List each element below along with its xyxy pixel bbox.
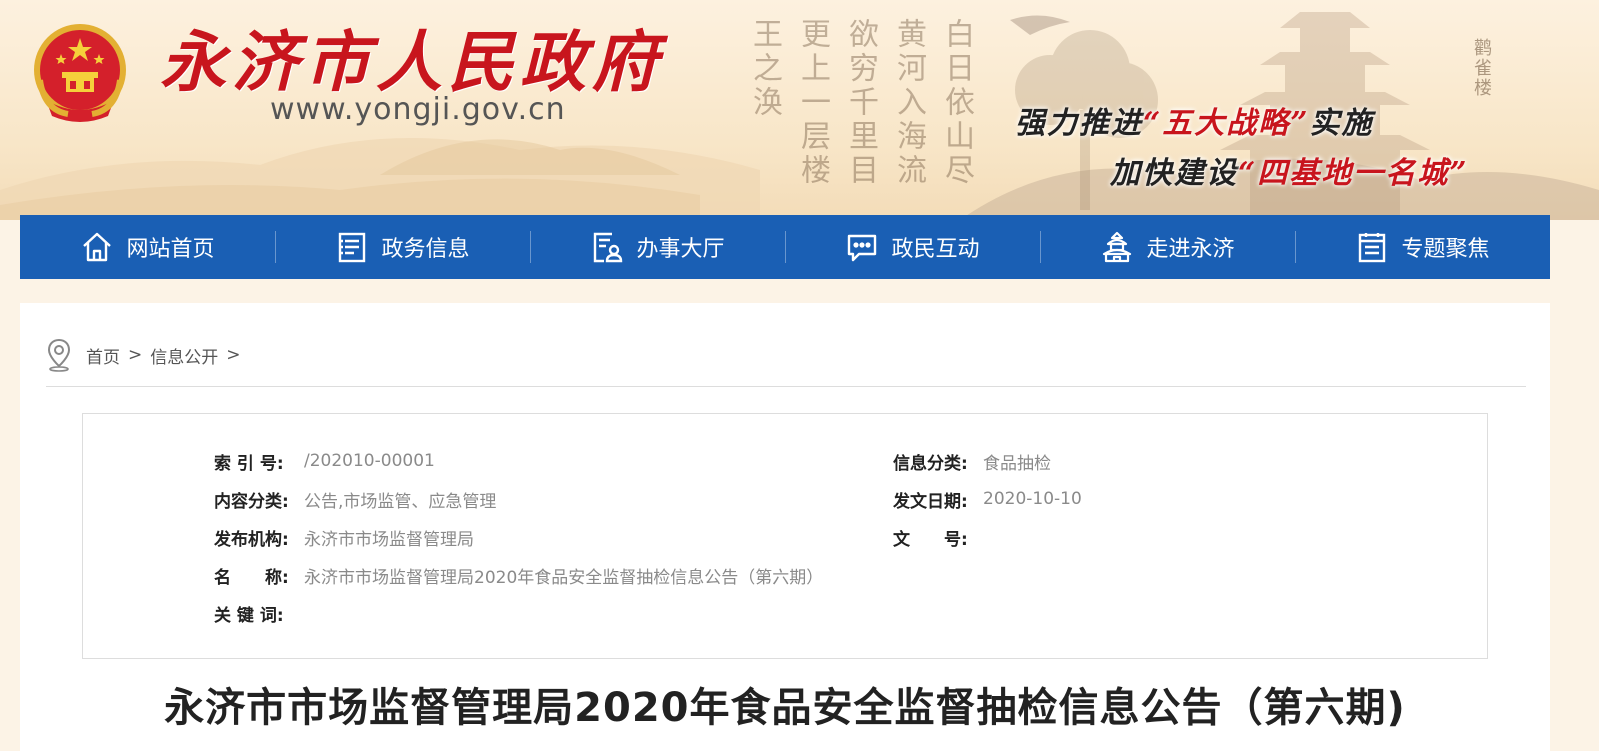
meta-label: 关 键 词: xyxy=(214,605,284,626)
meta-value: 食品抽检 xyxy=(983,453,1051,474)
calligraphy-column: 王之涣 xyxy=(747,18,782,120)
site-banner: 永济市人民政府 www.yongji.gov.cn 白日依山尽 黄河入海流 欲穷… xyxy=(0,0,1599,220)
calligraphy-column: 白日依山尽 xyxy=(939,18,974,188)
slogan-text: 强力推进 xyxy=(1015,106,1143,141)
main-nav: 网站首页 政务信息 办事大厅 政民互动 走进永济 专题聚焦 xyxy=(20,215,1550,279)
calligraphy-poem: 白日依山尽 黄河入海流 欲穷千里目 更上一层楼 王之涣 xyxy=(738,18,974,198)
slogan-highlight: “四基地一名城” xyxy=(1238,156,1469,191)
nav-item-label: 政务信息 xyxy=(381,237,470,262)
meta-value: 公告,市场监管、应急管理 xyxy=(304,491,497,512)
meta-keywords: 关 键 词: xyxy=(214,600,304,626)
pagoda-label: 鹳雀楼 xyxy=(1471,38,1492,98)
nav-item-about-yongji[interactable]: 走进永济 xyxy=(1040,215,1295,279)
slogan-line-1: 强力推进“五大战略”实施 xyxy=(1015,98,1374,142)
nav-item-home[interactable]: 网站首页 xyxy=(20,215,275,279)
meta-label: 名 称: xyxy=(214,567,289,588)
nav-item-label: 专题聚焦 xyxy=(1401,237,1490,262)
location-pin-icon xyxy=(47,338,71,372)
nav-item-label: 走进永济 xyxy=(1146,237,1235,262)
meta-label: 索 引 号: xyxy=(214,453,284,474)
calligraphy-column: 更上一层楼 xyxy=(795,18,830,188)
nav-item-gov-info[interactable]: 政务信息 xyxy=(275,215,530,279)
slogan-text: 实施 xyxy=(1309,106,1374,141)
slogan-line-2: 加快建设“四基地一名城” xyxy=(1110,148,1469,192)
meta-value: /202010-00001 xyxy=(304,451,435,471)
article-title: 永济市市场监督管理局2020年食品安全监督抽检信息公告（第六期) xyxy=(164,685,1406,731)
chat-bubble-icon xyxy=(848,234,877,262)
nav-item-topics[interactable]: 专题聚焦 xyxy=(1295,215,1550,279)
divider xyxy=(46,386,1526,387)
breadcrumb-home-link[interactable]: 首页 xyxy=(86,343,120,368)
meta-content-type: 内容分类: 公告,市场监管、应急管理 xyxy=(214,486,496,512)
breadcrumb-separator: > xyxy=(226,345,241,365)
topic-page-icon xyxy=(1359,233,1386,263)
national-emblem-icon xyxy=(34,24,126,122)
nav-item-label: 网站首页 xyxy=(126,237,215,262)
slogan-highlight: “五大战略” xyxy=(1143,106,1310,141)
meta-label: 信息分类: xyxy=(893,453,968,474)
calligraphy-column: 欲穷千里目 xyxy=(843,18,878,188)
breadcrumb-info-public-link[interactable]: 信息公开 xyxy=(150,343,218,368)
document-metadata-box: 索 引 号: /202010-00001 信息分类: 食品抽检 内容分类: 公告… xyxy=(82,413,1488,659)
calligraphy-column: 黄河入海流 xyxy=(891,18,926,188)
meta-label: 内容分类: xyxy=(214,491,289,512)
nav-item-label: 办事大厅 xyxy=(636,237,725,262)
site-title: 永济市人民政府 xyxy=(160,23,664,101)
meta-value: 2020-10-10 xyxy=(983,489,1082,509)
nav-item-interaction[interactable]: 政民互动 xyxy=(785,215,1040,279)
breadcrumb: 首页 > 信息公开 > xyxy=(46,337,241,373)
breadcrumb-separator: > xyxy=(128,345,143,365)
meta-index-number: 索 引 号: /202010-00001 xyxy=(214,448,435,474)
site-url: www.yongji.gov.cn xyxy=(270,92,566,127)
service-form-icon xyxy=(594,232,623,263)
meta-value: 永济市市场监督管理局2020年食品安全监督抽检信息公告（第六期） xyxy=(304,567,824,588)
home-icon xyxy=(83,232,112,262)
meta-name: 名 称: 永济市市场监督管理局2020年食品安全监督抽检信息公告（第六期） xyxy=(214,562,823,588)
meta-publish-date: 发文日期: 2020-10-10 xyxy=(893,486,1082,512)
meta-doc-number: 文 号: xyxy=(893,524,983,550)
nav-item-label: 政民互动 xyxy=(891,237,980,262)
meta-label: 发布机构: xyxy=(214,529,289,550)
content-panel: 首页 > 信息公开 > 索 引 号: /202010-00001 信息分类: 食… xyxy=(20,303,1550,751)
meta-publisher: 发布机构: 永济市市场监督管理局 xyxy=(214,524,474,550)
meta-label: 发文日期: xyxy=(893,491,968,512)
meta-label: 文 号: xyxy=(893,529,968,550)
meta-info-category: 信息分类: 食品抽检 xyxy=(893,448,1051,474)
pavilion-icon xyxy=(1103,231,1132,263)
document-list-icon xyxy=(339,232,366,263)
nav-item-service-hall[interactable]: 办事大厅 xyxy=(530,215,785,279)
meta-value: 永济市市场监督管理局 xyxy=(304,529,474,550)
slogan-text: 加快建设 xyxy=(1110,156,1238,191)
